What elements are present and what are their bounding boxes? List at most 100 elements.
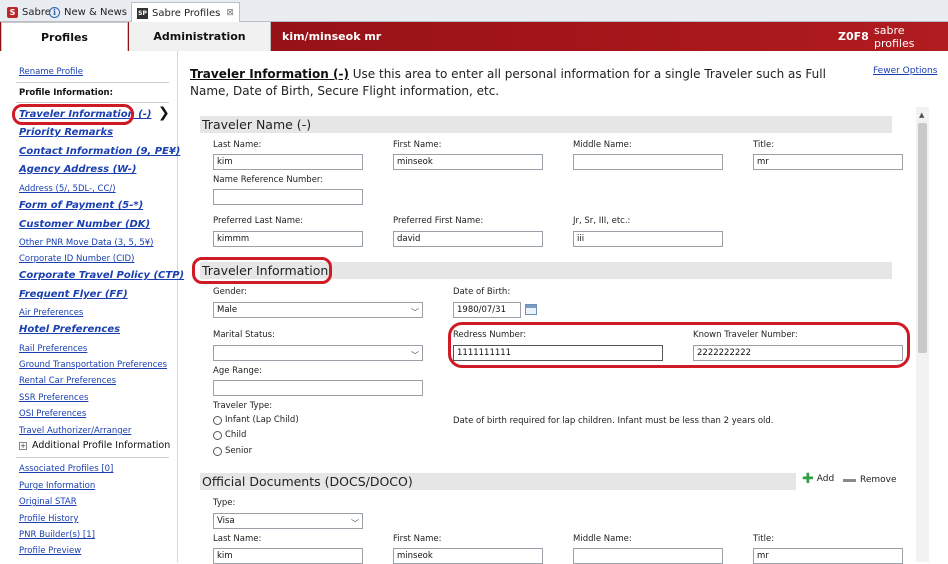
minus-icon (843, 478, 856, 482)
sidebar-item-corporate-travel-policy[interactable]: Corporate Travel Policy (CTP) (19, 270, 184, 281)
marital-status-label: Marital Status: (213, 330, 275, 340)
doc-middle-name-label: Middle Name: (573, 534, 632, 544)
sidebar-item-ground-transportation-preferences[interactable]: Ground Transportation Preferences (19, 360, 167, 370)
traveler-type-child-radio[interactable]: Child (213, 430, 246, 440)
vertical-scrollbar[interactable]: ▲ (916, 107, 929, 562)
section-header-official-documents: Official Documents (DOCS/DOCO) (200, 473, 796, 490)
marital-status-select[interactable]: ﹀ (213, 345, 423, 361)
sidebar-item-contact-information[interactable]: Contact Information (9, PE¥) (19, 146, 180, 157)
tab-administration[interactable]: Administration (129, 22, 271, 51)
traveler-type-senior-radio[interactable]: Senior (213, 446, 252, 456)
tab-sabre-profiles[interactable]: SP Sabre Profiles ⊠ (131, 2, 240, 23)
sidebar-item-ssr-preferences[interactable]: SSR Preferences (19, 393, 88, 403)
date-of-birth-field[interactable]: 1980/07/31 (453, 302, 521, 318)
traveler-type-label: Traveler Type: (213, 401, 273, 411)
section-header-traveler-name: Traveler Name (-) (200, 116, 892, 133)
add-document-button[interactable]: ✚ Add (802, 471, 835, 487)
sidebar-item-traveler-information[interactable]: Traveler Information (-) (19, 109, 151, 120)
last-name-field[interactable]: kim (213, 154, 363, 170)
expand-icon: + (19, 441, 27, 450)
sidebar-item-profile-preview[interactable]: Profile Preview (19, 546, 81, 556)
fewer-options-link[interactable]: Fewer Options (873, 66, 937, 76)
last-name-label: Last Name: (213, 140, 262, 150)
scroll-up-icon[interactable]: ▲ (919, 111, 924, 119)
document-type-value: Visa (217, 516, 235, 526)
radio-button (213, 446, 222, 456)
title-label: Title: (753, 140, 775, 150)
additional-profile-information-toggle[interactable]: + Additional Profile Information (19, 440, 170, 451)
remove-document-button[interactable]: Remove (843, 475, 897, 485)
traveler-type-infant-radio[interactable]: Infant (Lap Child) (213, 415, 299, 425)
app-nav-bar: Profiles Administration kim/minseok mr Z… (0, 22, 948, 51)
sidebar-item-profile-history[interactable]: Profile History (19, 514, 78, 524)
sidebar-item-corporate-id-number[interactable]: Corporate ID Number (CID) (19, 254, 134, 264)
sidebar-item-agency-address[interactable]: Agency Address (W-) (19, 164, 136, 175)
age-range-label: Age Range: (213, 366, 262, 376)
remove-label: Remove (860, 475, 897, 485)
rename-profile-link[interactable]: Rename Profile (19, 67, 83, 77)
name-reference-field[interactable] (213, 189, 363, 205)
preferred-first-name-field[interactable]: david (393, 231, 543, 247)
suffix-label: Jr, Sr, III, etc.: (573, 216, 631, 226)
sidebar-item-original-star[interactable]: Original STAR (19, 497, 77, 507)
doc-last-name-label: Last Name: (213, 534, 262, 544)
plus-icon: ✚ (802, 471, 814, 487)
tab-label: New & News (64, 6, 127, 18)
age-range-field[interactable] (213, 380, 423, 396)
sidebar-item-form-of-payment[interactable]: Form of Payment (5-*) (19, 200, 143, 211)
document-type-label: Type: (213, 498, 236, 508)
brand-label: sabre profiles (874, 23, 915, 50)
preferred-first-name-label: Preferred First Name: (393, 216, 484, 226)
sidebar-item-customer-number[interactable]: Customer Number (DK) (19, 219, 150, 230)
profiles-app-icon: SP (137, 7, 148, 19)
tab-new-news[interactable]: i New & News (44, 2, 132, 22)
current-profile-name: kim/minseok mr (282, 30, 382, 43)
sidebar-item-associated-profiles[interactable]: Associated Profiles [0] (19, 464, 113, 474)
first-name-field[interactable]: minseok (393, 154, 543, 170)
main-content: Traveler Information (-) Use this area t… (180, 51, 948, 564)
title-field[interactable]: mr (753, 154, 903, 170)
tab-label: Sabre Profiles (152, 7, 221, 19)
redress-number-label: Redress Number: (453, 330, 527, 340)
middle-name-label: Middle Name: (573, 140, 632, 150)
chevron-right-icon: ❯ (158, 105, 170, 121)
profile-sidebar: Rename Profile Profile Information: Trav… (0, 51, 184, 562)
sidebar-item-rail-preferences[interactable]: Rail Preferences (19, 344, 87, 354)
scrollbar-thumb[interactable] (918, 123, 927, 353)
radio-label: Child (225, 430, 247, 440)
preferred-last-name-field[interactable]: kimmm (213, 231, 363, 247)
sidebar-item-hotel-preferences[interactable]: Hotel Preferences (19, 324, 120, 335)
redress-number-field[interactable]: 1111111111 (453, 345, 663, 361)
sidebar-item-other-pnr-move-data[interactable]: Other PNR Move Data (3, 5, 5¥) (19, 238, 154, 248)
close-icon[interactable]: ⊠ (226, 8, 234, 18)
sidebar-item-air-preferences[interactable]: Air Preferences (19, 308, 83, 318)
gender-select[interactable]: Male ﹀ (213, 302, 423, 318)
sidebar-item-travel-authorizer-arranger[interactable]: Travel Authorizer/Arranger (19, 426, 131, 436)
pseudo-city-code: Z0F8 (838, 30, 869, 43)
sidebar-item-pnr-builders[interactable]: PNR Builder(s) [1] (19, 530, 95, 540)
divider (16, 457, 169, 458)
name-reference-label: Name Reference Number: (213, 175, 324, 185)
radio-button (213, 415, 222, 425)
gender-label: Gender: (213, 287, 248, 297)
add-label: Add (816, 474, 835, 484)
sidebar-item-purge-information[interactable]: Purge Information (19, 481, 95, 491)
gender-value: Male (217, 305, 238, 315)
date-of-birth-note: Date of birth required for lap children.… (453, 416, 774, 426)
tab-profiles[interactable]: Profiles (1, 22, 128, 51)
radio-label: Infant (Lap Child) (225, 415, 299, 425)
chevron-down-icon: ﹀ (351, 519, 359, 528)
document-type-select[interactable]: Visa ﹀ (213, 513, 363, 529)
sabre-logo-icon: S (7, 6, 18, 18)
suffix-field[interactable]: iii (573, 231, 723, 247)
sidebar-item-rental-car-preferences[interactable]: Rental Car Preferences (19, 376, 116, 386)
sidebar-item-address[interactable]: Address (5/, 5DL-, CC/) (19, 184, 116, 194)
sidebar-item-priority-remarks[interactable]: Priority Remarks (19, 127, 113, 138)
known-traveler-number-field[interactable]: 2222222222 (693, 345, 903, 361)
calendar-icon[interactable] (525, 304, 537, 315)
sidebar-item-frequent-flyer[interactable]: Frequent Flyer (FF) (19, 289, 128, 300)
profile-information-heading: Profile Information: (19, 88, 114, 98)
middle-name-field[interactable] (573, 154, 723, 170)
sidebar-item-osi-preferences[interactable]: OSI Preferences (19, 409, 86, 419)
doc-title-label: Title: (753, 534, 775, 544)
